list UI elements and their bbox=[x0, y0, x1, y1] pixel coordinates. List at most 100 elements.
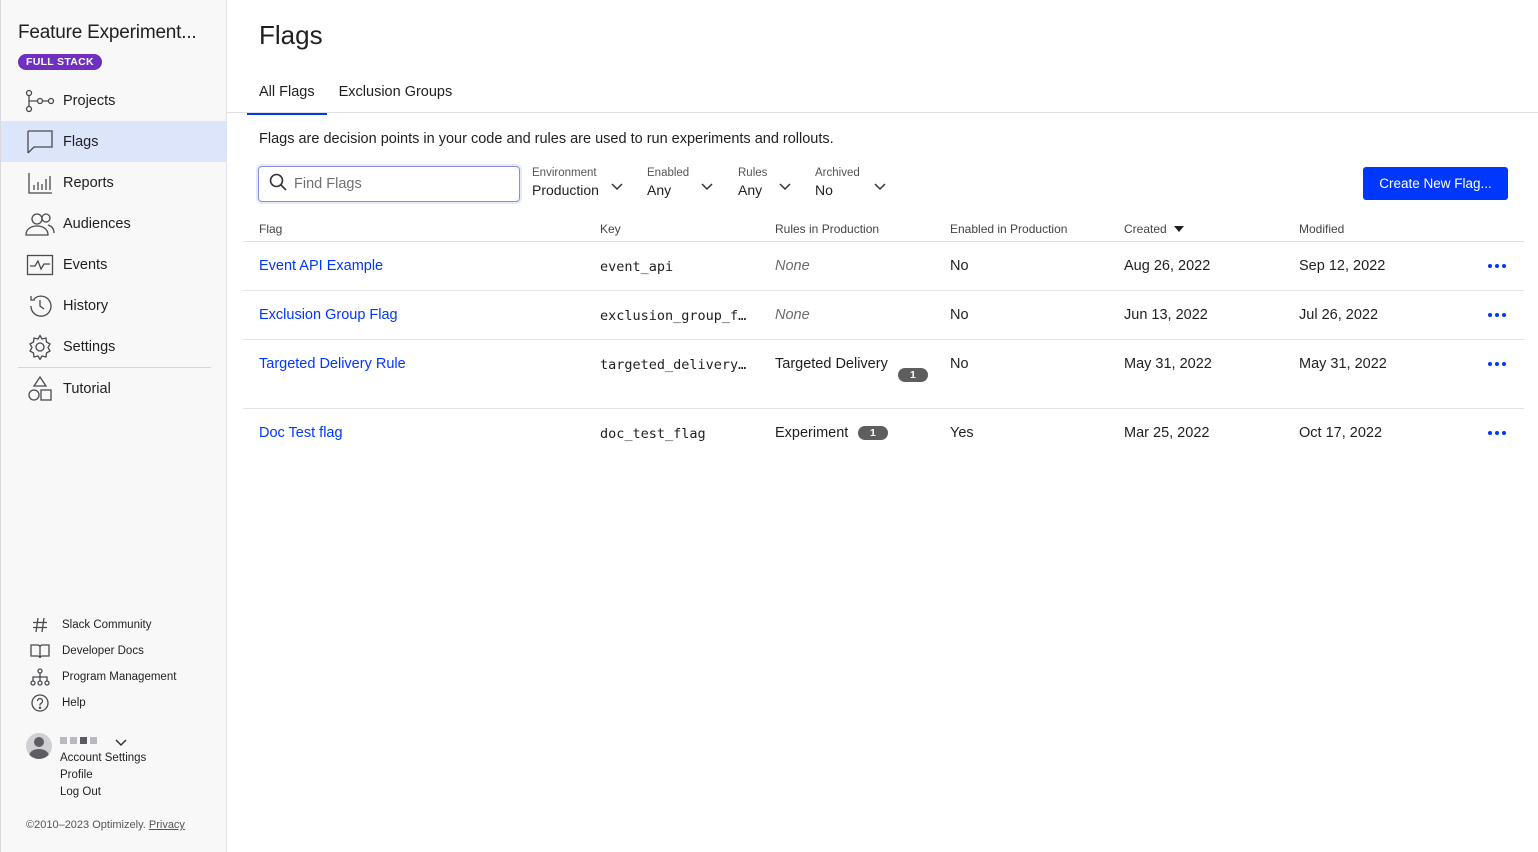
copyright: ©2010–2023 Optimizely. Privacy bbox=[26, 819, 185, 831]
flags-table: Flag Key Rules in Production Enabled in … bbox=[243, 215, 1524, 458]
help-icon bbox=[30, 693, 50, 713]
rules-in-production: None bbox=[775, 258, 810, 274]
slack-community-link[interactable]: Slack Community bbox=[1, 612, 227, 638]
filter-label: Environment bbox=[532, 167, 597, 179]
sidebar-item-label: Tutorial bbox=[63, 380, 111, 397]
developer-docs-link[interactable]: Developer Docs bbox=[1, 638, 227, 664]
copyright-text: ©2010–2023 Optimizely. bbox=[26, 819, 146, 831]
sidebar-footer-links: Slack Community Developer Docs Program M… bbox=[1, 612, 227, 716]
sidebar-item-events[interactable]: Events bbox=[1, 244, 227, 285]
flag-key: targeted_delivery… bbox=[600, 357, 747, 373]
filter-value: Any bbox=[738, 182, 763, 198]
table-row[interactable]: Doc Test flag doc_test_flag Experiment 1… bbox=[243, 409, 1524, 458]
projects-icon bbox=[25, 88, 55, 114]
filter-label: Rules bbox=[738, 167, 768, 179]
table-header: Flag Key Rules in Production Enabled in … bbox=[243, 215, 1524, 242]
profile-link[interactable]: Profile bbox=[60, 769, 93, 781]
app-title[interactable]: Feature Experiment... bbox=[18, 22, 208, 44]
footer-link-label: Program Management bbox=[62, 671, 177, 683]
flag-name-link[interactable]: Doc Test flag bbox=[259, 425, 343, 441]
create-new-flag-button[interactable]: Create New Flag... bbox=[1363, 167, 1508, 200]
enabled-filter[interactable]: Enabled Any bbox=[647, 167, 727, 198]
chevron-down-icon bbox=[700, 179, 714, 197]
logout-link[interactable]: Log Out bbox=[60, 786, 101, 798]
enabled-in-production: No bbox=[950, 307, 969, 323]
column-header-enabled[interactable]: Enabled in Production bbox=[950, 222, 1067, 236]
program-management-link[interactable]: Program Management bbox=[1, 664, 227, 690]
more-options-icon[interactable] bbox=[1488, 307, 1512, 323]
avatar[interactable] bbox=[26, 733, 52, 759]
footer-link-label: Slack Community bbox=[62, 619, 152, 631]
sidebar-item-label: Projects bbox=[63, 92, 116, 109]
chevron-down-icon bbox=[873, 179, 887, 197]
sidebar-item-audiences[interactable]: Audiences bbox=[1, 203, 227, 244]
table-row[interactable]: Targeted Delivery Rule targeted_delivery… bbox=[243, 340, 1524, 409]
flag-name-link[interactable]: Targeted Delivery Rule bbox=[259, 356, 406, 372]
chevron-down-icon[interactable] bbox=[114, 735, 128, 753]
redacted-username bbox=[60, 737, 97, 744]
column-header-label: Created bbox=[1124, 222, 1167, 236]
main-content: Flags All Flags Exclusion Groups Flags a… bbox=[227, 0, 1538, 852]
sidebar-item-label: Reports bbox=[63, 174, 114, 191]
footer-link-label: Help bbox=[62, 697, 86, 709]
tabs-divider bbox=[227, 112, 1538, 113]
column-header-key[interactable]: Key bbox=[600, 222, 621, 236]
footer-link-label: Developer Docs bbox=[62, 645, 144, 657]
reports-icon bbox=[25, 170, 55, 196]
help-link[interactable]: Help bbox=[1, 690, 227, 716]
chevron-down-icon bbox=[610, 179, 624, 197]
modified-date: Sep 12, 2022 bbox=[1299, 258, 1386, 274]
enabled-in-production: No bbox=[950, 258, 969, 274]
column-header-created[interactable]: Created bbox=[1124, 222, 1185, 236]
enabled-in-production: Yes bbox=[950, 425, 974, 441]
enabled-in-production: No bbox=[950, 356, 969, 372]
sidebar-item-label: Audiences bbox=[63, 215, 131, 232]
search-box bbox=[258, 166, 520, 202]
rules-in-production: None bbox=[775, 307, 810, 323]
sidebar-item-label: Events bbox=[63, 256, 108, 273]
tab-exclusion-groups[interactable]: Exclusion Groups bbox=[327, 80, 465, 115]
sidebar-item-reports[interactable]: Reports bbox=[1, 162, 227, 203]
rules-count-badge: 1 bbox=[858, 426, 888, 440]
history-icon bbox=[25, 293, 55, 319]
events-icon bbox=[25, 252, 55, 278]
column-header-modified[interactable]: Modified bbox=[1299, 222, 1344, 236]
created-date: May 31, 2022 bbox=[1124, 356, 1212, 372]
more-options-icon[interactable] bbox=[1488, 425, 1512, 441]
flag-icon bbox=[25, 129, 55, 155]
sidebar: Feature Experiment... FULL STACK Project… bbox=[0, 0, 227, 852]
rules-in-production: Targeted Delivery bbox=[775, 356, 888, 372]
sidebar-item-flags[interactable]: Flags bbox=[1, 121, 227, 162]
sort-descending-icon bbox=[1170, 222, 1185, 236]
sidebar-item-projects[interactable]: Projects bbox=[1, 80, 227, 121]
filter-value: Any bbox=[647, 182, 672, 198]
tab-all-flags[interactable]: All Flags bbox=[247, 80, 327, 115]
account-settings-link[interactable]: Account Settings bbox=[60, 752, 146, 764]
privacy-link[interactable]: Privacy bbox=[149, 819, 185, 831]
more-options-icon[interactable] bbox=[1488, 258, 1512, 274]
settings-icon bbox=[25, 333, 55, 360]
sidebar-item-settings[interactable]: Settings bbox=[1, 326, 227, 367]
environment-filter[interactable]: Environment Production bbox=[532, 167, 632, 198]
more-options-icon[interactable] bbox=[1488, 356, 1512, 372]
created-date: Mar 25, 2022 bbox=[1124, 425, 1210, 441]
rules-filter[interactable]: Rules Any bbox=[738, 167, 803, 198]
page-description: Flags are decision points in your code a… bbox=[259, 131, 834, 147]
modified-date: Oct 17, 2022 bbox=[1299, 425, 1383, 441]
hierarchy-icon bbox=[30, 667, 50, 687]
sidebar-item-history[interactable]: History bbox=[1, 285, 227, 326]
table-row[interactable]: Event API Example event_api None No Aug … bbox=[243, 242, 1524, 291]
sidebar-item-label: Flags bbox=[63, 133, 99, 150]
archived-filter[interactable]: Archived No bbox=[815, 167, 895, 198]
flag-name-link[interactable]: Event API Example bbox=[259, 258, 383, 274]
product-badge: FULL STACK bbox=[18, 54, 102, 70]
sidebar-item-tutorial[interactable]: Tutorial bbox=[1, 368, 227, 409]
flag-name-link[interactable]: Exclusion Group Flag bbox=[259, 307, 398, 323]
sidebar-item-label: Settings bbox=[63, 338, 116, 355]
rules-count-badge: 1 bbox=[898, 368, 928, 382]
column-header-rules[interactable]: Rules in Production bbox=[775, 222, 879, 236]
modified-date: May 31, 2022 bbox=[1299, 356, 1387, 372]
column-header-flag[interactable]: Flag bbox=[259, 222, 282, 236]
search-input[interactable] bbox=[294, 176, 494, 192]
table-row[interactable]: Exclusion Group Flag exclusion_group_f… … bbox=[243, 291, 1524, 340]
